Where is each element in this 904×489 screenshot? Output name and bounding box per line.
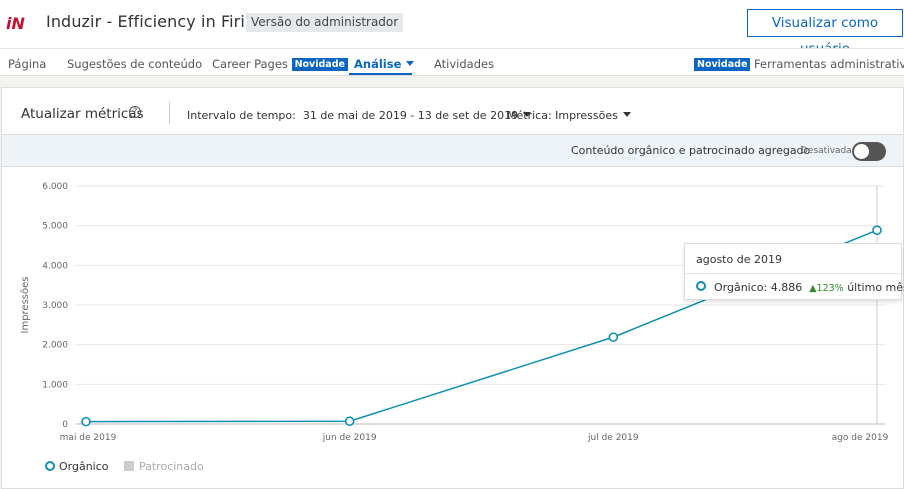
y-axis-label: Impressões [20,277,31,334]
tooltip-value: Orgânico: 4.886 ▲123% último mês [714,281,904,294]
active-tab-indicator [349,73,412,75]
admin-tools-menu[interactable]: Novidade Ferramentas administrativas [694,57,904,71]
time-range-dropdown[interactable]: Intervalo de tempo: 31 de mai de 2019 - … [187,109,532,122]
y-tick-label: 2.000 [42,341,68,351]
data-point [608,332,619,342]
series-marker-icon [696,281,706,291]
aggregate-toggle-label: Conteúdo orgânico e patrocinado agregado [571,144,811,157]
analytics-card: Atualizar métricas ? Intervalo de tempo:… [1,87,904,489]
x-tick-label: ago de 2019 [832,433,889,443]
svg-text:iN: iN [6,14,25,33]
y-tick-label: 6.000 [42,182,68,192]
data-point [81,416,91,427]
square-marker-icon [124,461,134,471]
impressions-line-chart: 0 1.000 2.000 3.000 4.000 5.000 6.000 Impressõe… [20,182,889,443]
y-tick-label: 4.000 [42,261,68,271]
legend-sponsored[interactable]: Patrocinado [124,460,204,473]
y-tick-label: 1.000 [42,380,68,390]
aggregate-toggle-bar: Conteúdo orgânico e patrocinado agregado… [2,134,903,167]
admin-view-badge: Versão do administrador [246,13,404,32]
chart-tooltip: agosto de 2019 Orgânico: 4.886 ▲123% últ… [684,243,904,300]
tooltip-title: agosto de 2019 [696,253,782,266]
legend-organic[interactable]: Orgânico [42,460,109,473]
tab-content-suggestions[interactable]: Sugestões de conteúdo [67,57,202,71]
company-logo[interactable]: iN [6,13,30,33]
company-name: Induzir - Efficiency in Firing [46,12,266,31]
tab-page[interactable]: Página [8,57,46,71]
new-badge: Novidade [291,58,348,71]
data-point [344,416,355,427]
divider [169,102,170,124]
page-header: iN Induzir - Efficiency in Firing Versão… [0,0,904,57]
metric-dropdown[interactable]: Métrica: Impressões [507,109,631,122]
tab-analytics[interactable]: Análise [354,57,415,71]
toggle-knob [854,144,869,159]
aggregate-toggle[interactable] [852,142,886,161]
y-tick-label: 5.000 [42,222,68,232]
circle-marker-icon [42,461,58,471]
change-percent: ▲123% [809,283,844,294]
view-as-user-button[interactable]: Visualizar como usuário [747,9,903,57]
toggle-state-text: Desativada [801,146,852,156]
chevron-down-icon [622,112,631,117]
data-point [872,225,882,235]
x-tick-label: jul de 2019 [587,433,639,443]
chevron-down-icon [406,61,415,66]
new-badge: Novidade [694,58,751,71]
metrics-title: Atualizar métricas [21,106,144,122]
tab-activities[interactable]: Atividades [434,57,494,71]
x-tick-label: mai de 2019 [60,433,117,443]
y-tick-label: 3.000 [42,301,68,311]
x-tick-label: jun de 2019 [322,433,377,443]
tab-career-pages[interactable]: Career Pages Novidade [212,57,348,71]
admin-nav: Página Sugestões de conteúdo Career Page… [0,48,904,76]
metrics-filter-bar: Atualizar métricas ? Intervalo de tempo:… [2,88,903,134]
divider [685,273,901,274]
question-circle-icon[interactable]: ? [129,106,141,118]
y-tick-label: 0 [62,420,68,430]
